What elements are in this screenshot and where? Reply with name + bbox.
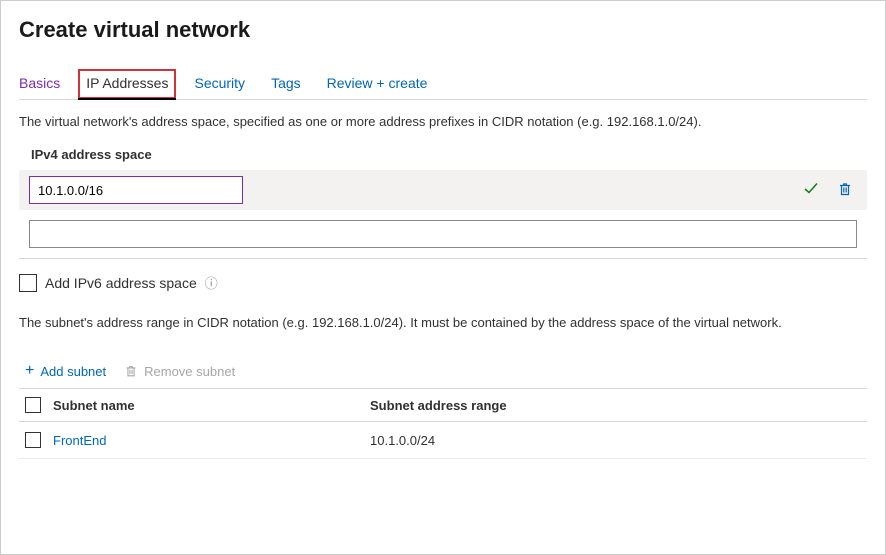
tab-ip-addresses[interactable]: IP Addresses (78, 69, 176, 99)
remove-subnet-label: Remove subnet (144, 364, 235, 379)
row-checkbox[interactable] (25, 432, 41, 448)
tab-tags[interactable]: Tags (271, 69, 301, 99)
subnet-toolbar: + Add subnet Remove subnet (25, 362, 867, 380)
ipv4-address-input[interactable] (29, 176, 243, 204)
table-row: FrontEnd 10.1.0.0/24 (19, 422, 867, 459)
subnet-name-header: Subnet name (47, 389, 364, 422)
ipv4-address-input-empty[interactable] (29, 220, 857, 248)
subnet-description: The subnet's address range in CIDR notat… (19, 314, 867, 332)
add-subnet-label: Add subnet (40, 364, 106, 379)
tab-basics[interactable]: Basics (19, 69, 60, 99)
page-title: Create virtual network (19, 17, 867, 43)
select-all-checkbox[interactable] (25, 397, 41, 413)
delete-address-button[interactable] (833, 179, 857, 202)
remove-subnet-button: Remove subnet (124, 364, 235, 379)
subnet-name-link[interactable]: FrontEnd (53, 433, 106, 448)
subnet-table: Subnet name Subnet address range FrontEn… (19, 388, 867, 459)
ipv4-address-space-label: IPv4 address space (31, 147, 867, 162)
ipv6-checkbox-row: Add IPv6 address space ⓘ (19, 273, 867, 292)
subnet-range-value: 10.1.0.0/24 (370, 433, 435, 448)
tab-security[interactable]: Security (194, 69, 245, 99)
trash-icon (124, 364, 138, 378)
address-space-description: The virtual network's address space, spe… (19, 114, 867, 129)
tab-review-create[interactable]: Review + create (327, 69, 428, 99)
info-icon[interactable]: ⓘ (205, 273, 218, 292)
plus-icon: + (25, 362, 34, 380)
tabs: Basics IP Addresses Security Tags Review… (19, 69, 867, 100)
ipv4-address-row (19, 170, 867, 210)
add-subnet-button[interactable]: + Add subnet (25, 362, 106, 380)
ipv6-checkbox[interactable] (19, 274, 37, 292)
subnet-range-header: Subnet address range (364, 389, 867, 422)
checkmark-icon (803, 181, 819, 200)
ipv6-checkbox-label: Add IPv6 address space (45, 275, 197, 291)
